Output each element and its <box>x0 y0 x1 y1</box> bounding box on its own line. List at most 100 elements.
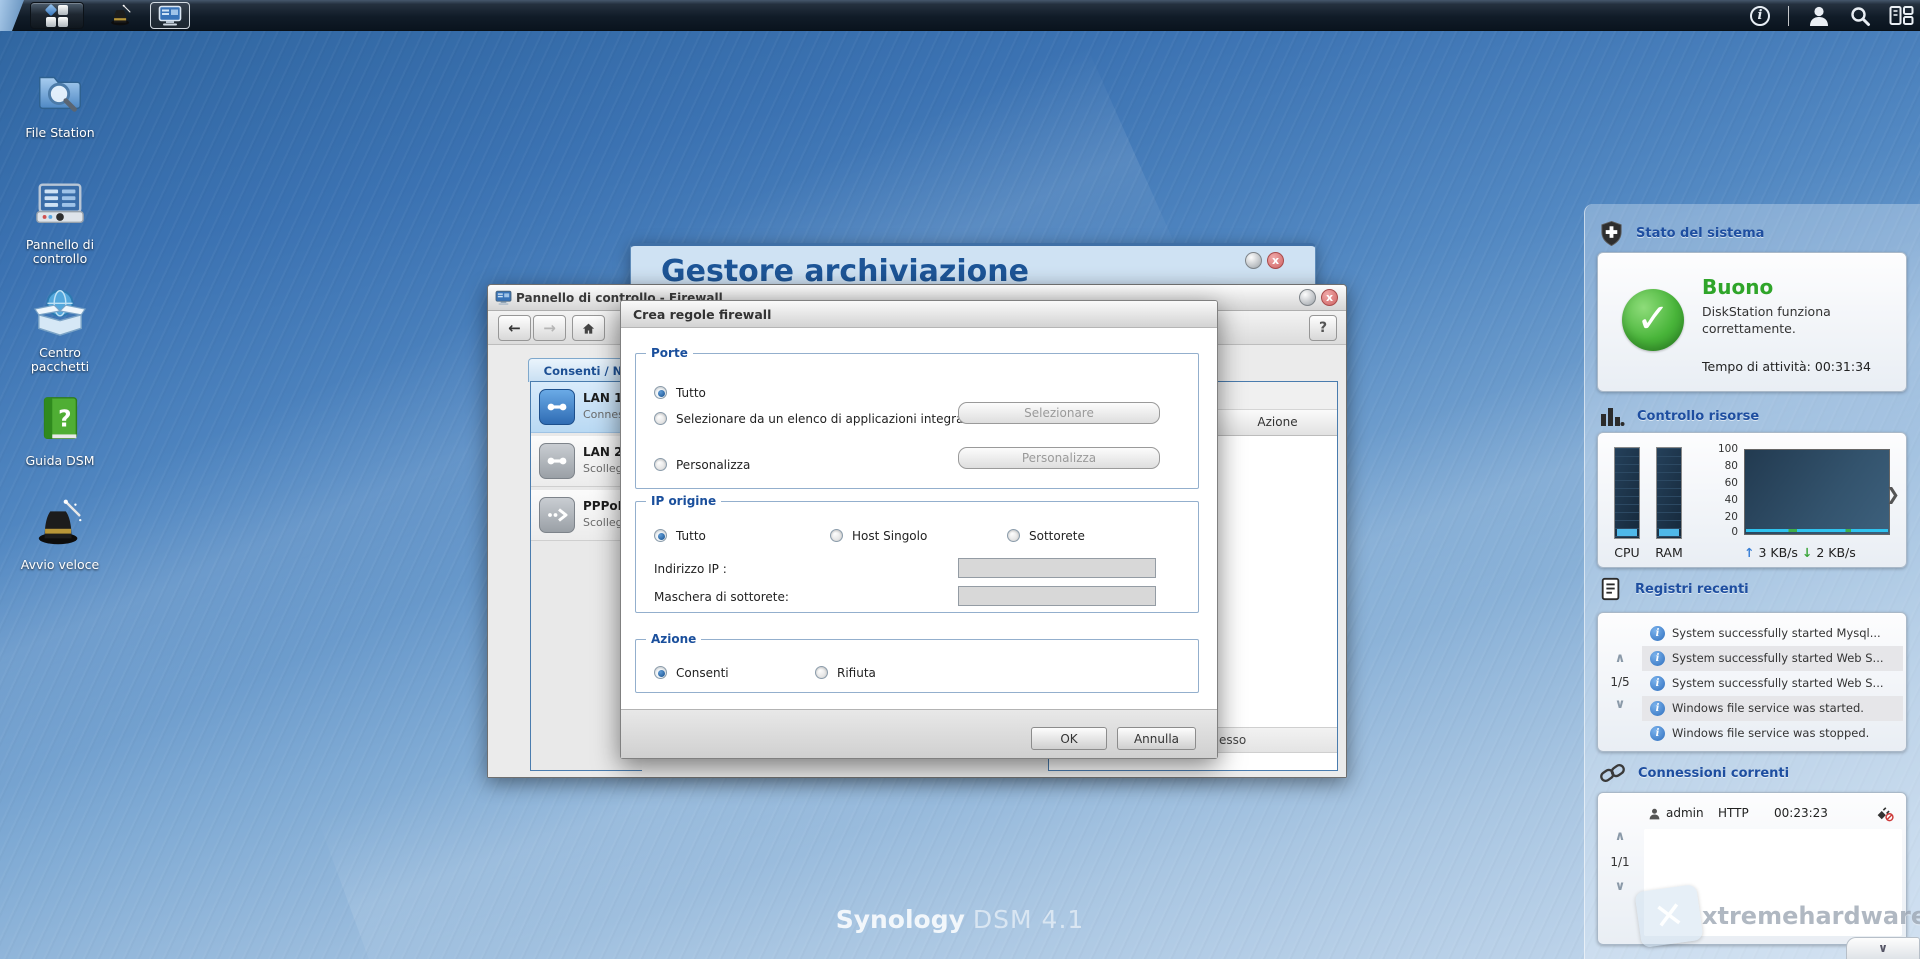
desktop-icon-label: Guida DSM <box>25 453 95 468</box>
log-row[interactable]: i Windows file service was started. <box>1642 696 1903 721</box>
system-status-value: Buono <box>1702 275 1774 299</box>
fieldset-legend: Azione <box>646 632 702 646</box>
upload-arrow-icon: ↑ <box>1744 545 1755 560</box>
y-tick: 40 <box>1724 494 1738 506</box>
ram-gauge <box>1656 447 1682 539</box>
log-row[interactable]: i System successfully started Web S... <box>1642 646 1903 671</box>
fieldset-azione: Azione Consenti Rifiuta <box>635 632 1199 693</box>
log-text: System successfully started Web S... <box>1672 651 1884 665</box>
page-down-icon[interactable]: ∨ <box>1598 697 1642 712</box>
page-up-icon[interactable]: ∧ <box>1598 829 1642 844</box>
radio-porte-personalizza[interactable] <box>654 458 667 471</box>
lan-link-icon <box>539 443 575 479</box>
log-text: System successfully started Web S... <box>1672 676 1884 690</box>
network-speeds: ↑ 3 KB/s ↓ 2 KB/s <box>1744 545 1856 560</box>
desktop-icon-label: Avvio veloce <box>20 557 100 572</box>
widgets-collapse-tab[interactable]: ∨ <box>1846 937 1920 959</box>
home-button[interactable] <box>572 315 605 341</box>
page-up-icon[interactable]: ∧ <box>1598 651 1642 666</box>
taskbar-avvio-veloce-button[interactable] <box>102 2 140 29</box>
main-menu-icon <box>44 3 68 27</box>
dialog-crea-regole-firewall[interactable]: Crea regole firewall Porte Tutto Selezio… <box>620 300 1218 759</box>
watermark-logo: ✕ <box>1634 883 1704 949</box>
watermark-text: xtremehardware.com <box>1702 902 1920 930</box>
main-menu-button[interactable] <box>30 2 84 29</box>
log-row[interactable]: i System successfully started Mysql... <box>1642 621 1903 646</box>
info-icon: i <box>1650 626 1665 641</box>
back-button[interactable]: ← <box>498 315 531 341</box>
forward-button[interactable]: → <box>533 315 566 341</box>
info-icon: i <box>1650 676 1665 691</box>
page-indicator: 1/1 <box>1610 855 1630 869</box>
desktop-icon-centro-pacchetti[interactable]: Centro pacchetti <box>8 284 112 374</box>
desktop-icon-pannello-di-controllo[interactable]: Pannello di controllo <box>8 176 112 266</box>
column-header-azione[interactable]: Azione <box>1217 410 1337 435</box>
ok-button[interactable]: OK <box>1031 727 1107 750</box>
radio-label: Selezionare da un elenco di applicazioni… <box>676 412 976 426</box>
log-row[interactable]: i Windows file service was stopped. <box>1642 721 1903 746</box>
download-arrow-icon: ↓ <box>1801 545 1813 560</box>
resource-monitor-card[interactable]: CPU RAM 100 80 60 40 20 0 ↑ 3 KB/s ↓ 2 K… <box>1597 432 1907 568</box>
dialog-footer: OK Annulla <box>621 709 1217 758</box>
page-indicator: 1/5 <box>1610 675 1630 689</box>
field-label: Indirizzo IP : <box>654 562 727 576</box>
close-button[interactable]: x <box>1267 252 1284 269</box>
desktop-icon-guida-dsm[interactable]: ? Guida DSM <box>8 392 112 468</box>
search-icon <box>1851 6 1870 26</box>
screen: File Station Pannello di controllo Centr… <box>0 0 1920 959</box>
minimize-button[interactable] <box>1299 289 1316 306</box>
radio-azione-rifiuta[interactable] <box>815 666 828 679</box>
desktop-icon-avvio-veloce[interactable]: Avvio veloce <box>8 496 112 572</box>
minimize-button[interactable] <box>1245 252 1262 269</box>
radio-ip-host-singolo[interactable] <box>830 529 843 542</box>
info-button[interactable]: i <box>1750 5 1770 26</box>
widget-header-controllo-risorse: Controllo risorse <box>1599 404 1759 428</box>
widgets-toggle-button[interactable] <box>1889 5 1914 26</box>
info-icon: i <box>1750 5 1770 26</box>
radio-ip-tutto[interactable] <box>654 529 667 542</box>
ram-label: RAM <box>1655 545 1683 560</box>
status-ok-icon: ✓ <box>1622 289 1684 351</box>
page-down-icon[interactable]: ∨ <box>1598 879 1642 894</box>
radio-porte-elenco-applicazioni[interactable] <box>654 412 667 425</box>
fieldset-porte: Porte Tutto Selezionare da un elenco di … <box>635 346 1199 489</box>
close-button[interactable]: x <box>1321 289 1338 306</box>
brand-name: Synology <box>835 905 965 934</box>
taskbar-divider <box>1788 5 1789 26</box>
widgets-panel: Stato del sistema ✓ Buono DiskStation fu… <box>1584 204 1920 959</box>
y-tick: 20 <box>1724 511 1738 523</box>
user-icon <box>1649 808 1660 820</box>
log-text: System successfully started Mysql... <box>1672 626 1881 640</box>
radio-ip-sottorete[interactable] <box>1007 529 1020 542</box>
disconnect-icon[interactable] <box>1876 805 1894 822</box>
fieldset-ip-origine: IP origine Tutto Host Singolo Sottorete … <box>635 494 1199 613</box>
fieldset-legend: Porte <box>646 346 693 360</box>
search-button[interactable] <box>1849 5 1871 27</box>
pppoe-icon <box>539 497 575 533</box>
info-icon: i <box>1650 651 1665 666</box>
radio-azione-consenti[interactable] <box>654 666 667 679</box>
expand-chevron-icon[interactable]: ❯ <box>1886 485 1900 505</box>
taskbar-active-window-button[interactable] <box>150 2 190 29</box>
personalizza-button[interactable]: Personalizza <box>958 447 1160 469</box>
log-row[interactable]: i System successfully started Web S... <box>1642 671 1903 696</box>
help-button[interactable]: ? <box>1309 315 1337 341</box>
desktop-icon-file-station[interactable]: File Station <box>8 64 112 140</box>
radio-porte-tutto[interactable] <box>654 386 667 399</box>
maschera-sottorete-input[interactable] <box>958 586 1156 606</box>
indirizzo-ip-input[interactable] <box>958 558 1156 578</box>
network-traffic-chart <box>1744 449 1890 535</box>
show-desktop-button[interactable] <box>0 0 24 31</box>
annulla-button[interactable]: Annulla <box>1117 727 1196 750</box>
control-panel-window-icon <box>158 5 182 25</box>
selezionare-button[interactable]: Selezionare <box>958 402 1160 424</box>
download-speed: 2 KB/s <box>1816 545 1856 560</box>
magic-hat-icon <box>111 4 131 26</box>
dialog-titlebar[interactable]: Crea regole firewall <box>621 301 1217 328</box>
radio-label: Rifiuta <box>837 666 876 680</box>
user-menu-button[interactable] <box>1807 4 1831 28</box>
file-station-icon <box>39 76 81 112</box>
connection-row[interactable]: admin HTTP 00:23:23 <box>1642 803 1896 827</box>
info-icon: i <box>1650 701 1665 716</box>
info-icon: i <box>1650 726 1665 741</box>
